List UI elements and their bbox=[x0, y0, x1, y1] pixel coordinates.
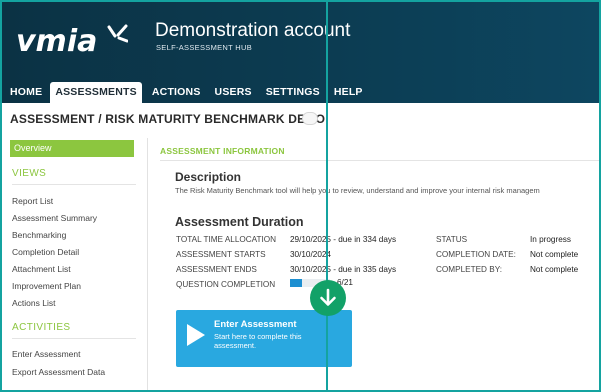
progress-fill bbox=[290, 279, 302, 287]
sidebar-item-enter-assessment[interactable]: Enter Assessment bbox=[12, 349, 81, 359]
info-label-total-time: TOTAL TIME ALLOCATION bbox=[176, 235, 277, 244]
tab-assessment-information[interactable]: ASSESSMENT INFORMATION bbox=[160, 146, 285, 156]
sidebar-item-report-list[interactable]: Report List bbox=[12, 196, 53, 206]
info-label-completion-date: COMPLETION DATE: bbox=[436, 250, 516, 259]
nav-users[interactable]: USERS bbox=[207, 82, 258, 103]
nav-help[interactable]: HELP bbox=[326, 82, 369, 103]
info-label-question-completion: QUESTION COMPLETION bbox=[176, 280, 276, 289]
info-label-status: STATUS bbox=[436, 235, 468, 244]
arrow-down-icon bbox=[320, 288, 336, 306]
info-value-completed-by: Not complete bbox=[530, 265, 579, 274]
title-toggle[interactable] bbox=[302, 112, 318, 125]
nav-home[interactable]: HOME bbox=[2, 82, 48, 103]
info-value-completion-date: Not complete bbox=[530, 250, 579, 259]
download-marker[interactable] bbox=[310, 280, 346, 316]
description-text: The Risk Maturity Benchmark tool will he… bbox=[175, 186, 540, 195]
info-label-assessment-starts: ASSESSMENT STARTS bbox=[176, 250, 266, 259]
nav-settings[interactable]: SETTINGS bbox=[258, 82, 326, 103]
vmia-logo-mark-icon bbox=[107, 24, 128, 43]
duration-heading: Assessment Duration bbox=[175, 215, 304, 229]
sidebar-item-completion-detail[interactable]: Completion Detail bbox=[12, 247, 79, 257]
description-heading: Description bbox=[175, 170, 242, 184]
info-label-assessment-ends: ASSESSMENT ENDS bbox=[176, 265, 257, 274]
nav-actions[interactable]: ACTIONS bbox=[144, 82, 207, 103]
sidebar-item-attachment-list[interactable]: Attachment List bbox=[12, 264, 71, 274]
main-nav: HOME ASSESSMENTS ACTIONS USERS SETTINGS … bbox=[2, 82, 369, 103]
section-divider bbox=[160, 160, 601, 161]
account-subtitle: SELF-ASSESSMENT HUB bbox=[156, 43, 253, 52]
sidebar-item-assessment-summary[interactable]: Assessment Summary bbox=[12, 213, 97, 223]
sidebar-item-overview[interactable]: Overview bbox=[10, 140, 134, 157]
info-label-completed-by: COMPLETED BY: bbox=[436, 265, 502, 274]
sidebar-divider bbox=[12, 338, 136, 339]
sidebar-divider bbox=[12, 184, 136, 185]
sidebar-item-benchmarking[interactable]: Benchmarking bbox=[12, 230, 66, 240]
play-icon bbox=[187, 324, 205, 346]
sidebar: Overview VIEWS Report List Assessment Su… bbox=[8, 138, 148, 392]
sidebar-heading-views: VIEWS bbox=[12, 168, 47, 179]
sidebar-heading-activities: ACTIVITIES bbox=[12, 322, 71, 333]
account-title: Demonstration account bbox=[155, 20, 351, 41]
page-title: ASSESSMENT / RISK MATURITY BENCHMARK DEM… bbox=[10, 112, 326, 126]
sidebar-item-export-assessment-data[interactable]: Export Assessment Data bbox=[12, 367, 105, 377]
info-value-total-time: 29/10/2025 - due in 334 days bbox=[290, 235, 397, 244]
enter-assessment-title: Enter Assessment bbox=[214, 319, 297, 330]
sidebar-item-actions-list[interactable]: Actions List bbox=[12, 298, 55, 308]
nav-assessments[interactable]: ASSESSMENTS bbox=[50, 82, 142, 103]
sidebar-item-improvement-plan[interactable]: Improvement Plan bbox=[12, 281, 81, 291]
overlay-guide-line bbox=[326, 0, 328, 392]
info-value-assessment-starts: 30/10/2024 bbox=[290, 250, 331, 259]
info-value-status: In progress bbox=[530, 235, 571, 244]
vmia-logo[interactable]: vmia bbox=[16, 24, 97, 59]
info-value-assessment-ends: 30/10/2025 - due in 335 days bbox=[290, 265, 397, 274]
enter-assessment-subtitle: Start here to complete this assessment. bbox=[214, 332, 302, 350]
